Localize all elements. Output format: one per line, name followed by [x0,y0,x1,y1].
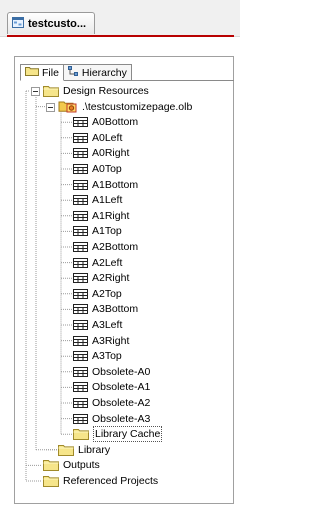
folder-icon [25,66,39,79]
tree-part-a0bottom[interactable]: A0Bottom [73,115,138,129]
tab-file[interactable]: File [20,64,64,81]
tree-referenced-projects-label: Referenced Projects [63,475,159,487]
schematic-doc-icon [12,16,24,31]
tree-outputs[interactable]: Outputs [43,458,100,472]
tree-part-a1bottom[interactable]: A1Bottom [73,178,138,192]
tab-testcustomizepage[interactable]: testcusto... [7,12,95,34]
part-icon [73,398,88,408]
tree-part-a2right-label: A2Right [92,272,130,285]
active-tab-indicator [7,35,234,37]
library-file-expander[interactable] [46,102,55,112]
tree-part-a2left-label: A2Left [92,256,123,269]
part-icon [73,273,88,284]
part-icon [73,226,88,237]
document-tabstrip: testcusto... [0,0,240,37]
tree-part-a3top-label: A3Top [92,350,122,363]
part-icon [73,382,88,393]
part-icon [73,210,88,221]
part-icon [73,288,88,299]
tree-part-a2bottom-label: A2Bottom [92,241,139,253]
tree-referenced-projects[interactable]: Referenced Projects [43,474,158,488]
part-icon [73,304,88,315]
tree-part-a0left[interactable]: A0Left [73,131,122,145]
folder-icon [43,475,59,487]
tree-part-a2bottom[interactable]: A2Bottom [73,240,138,254]
tree-part-obsolete-a0-label: Obsolete-A0 [92,365,151,378]
part-icon [73,413,88,424]
tree-part-obsolete-a1-label: Obsolete-A1 [92,381,151,394]
tree-part-obsolete-a3[interactable]: Obsolete-A3 [73,412,150,426]
part-icon [73,335,88,346]
tab-file-label: File [42,66,59,79]
part-icon [73,242,88,252]
view-tabs: File Hierarchy [20,64,132,81]
tree-outputs-label: Outputs [63,459,100,472]
tab-hierarchy[interactable]: Hierarchy [62,64,132,81]
tree-part-a3right[interactable]: A3Right [73,334,129,348]
tree-part-a3top[interactable]: A3Top [73,349,122,363]
tree-library[interactable]: Library [58,443,110,457]
tree-part-obsolete-a1[interactable]: Obsolete-A1 [73,380,150,394]
tree-part-a1top[interactable]: A1Top [73,224,122,238]
tree-part-a3left[interactable]: A3Left [73,318,122,332]
tree-part-a0top[interactable]: A0Top [73,162,122,176]
part-icon [73,117,88,128]
part-icon [73,164,88,174]
part-icon [73,257,88,268]
tree-library-cache-label: Library Cache [93,426,163,443]
tree-part-obsolete-a0[interactable]: Obsolete-A0 [73,365,150,379]
tree-part-a1right-label: A1Right [92,209,130,222]
folder-icon [43,459,59,472]
part-icon [73,366,88,377]
tree-library-file[interactable]: .\testcustomizepage.olb [58,100,192,114]
tree-part-obsolete-a2[interactable]: Obsolete-A2 [73,396,150,410]
folder-icon [58,444,74,456]
tree-part-a3bottom-label: A3Bottom [92,303,139,316]
tree-part-a3bottom[interactable]: A3Bottom [73,302,138,316]
part-icon [73,195,88,206]
part-icon [73,148,88,159]
tree-part-a1top-label: A1Top [92,225,122,238]
tree-part-a2right[interactable]: A2Right [73,271,129,285]
tree-library-label: Library [78,443,111,456]
folder-icon [73,428,89,441]
tree-part-a2left[interactable]: A2Left [73,256,122,270]
tree-part-a0top-label: A0Top [92,163,122,175]
part-icon [73,179,88,190]
tree-part-a1left-label: A1Left [92,194,123,207]
tree-design-resources[interactable]: Design Resources [43,84,149,98]
tree-part-obsolete-a2-label: Obsolete-A2 [92,397,151,409]
part-icon [73,132,88,143]
tree-part-a1right[interactable]: A1Right [73,209,129,223]
part-icon [73,320,88,330]
folder-icon [43,85,59,97]
tree-part-a0bottom-label: A0Bottom [92,116,139,129]
hierarchy-icon [67,66,79,79]
tree-library-file-label: .\testcustomizepage.olb [82,100,193,113]
library-file-icon [58,100,78,114]
tree-part-a1left[interactable]: A1Left [73,193,122,207]
part-icon [73,351,88,362]
tree-part-a2top[interactable]: A2Top [73,287,122,301]
tab-hierarchy-label: Hierarchy [81,66,127,79]
tree-part-a3left-label: A3Left [92,319,123,331]
tree-part-a0right[interactable]: A0Right [73,146,129,160]
tree-design-resources-label: Design Resources [63,85,149,97]
tree-part-a1bottom-label: A1Bottom [92,178,139,191]
tree-part-a3right-label: A3Right [92,334,130,347]
tree-library-cache[interactable]: Library Cache [73,426,163,443]
tree-part-obsolete-a3-label: Obsolete-A3 [92,412,151,425]
design-resources-expander[interactable] [31,87,40,96]
tab-label: testcusto... [28,17,87,30]
tree-part-a0left-label: A0Left [92,131,123,144]
tree-part-a2top-label: A2Top [92,287,122,300]
tree-part-a0right-label: A0Right [92,147,130,160]
